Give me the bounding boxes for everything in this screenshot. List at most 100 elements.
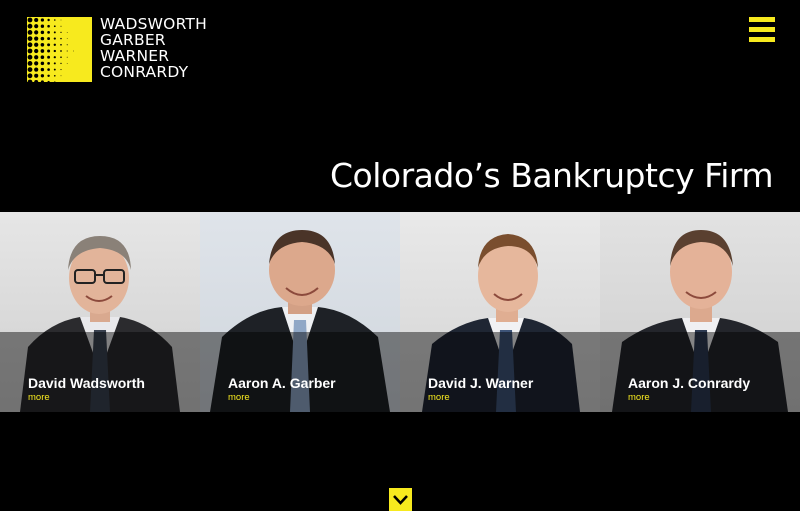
scroll-down-button[interactable] [389,488,412,511]
chevron-down-icon [393,495,408,505]
halftone-dot [54,81,56,82]
halftone-dot [40,74,45,78]
halftone-dot [66,56,68,58]
halftone-dot [34,73,39,78]
menu-bar [749,37,775,42]
halftone-dot [40,18,45,22]
more-link[interactable]: more [628,392,650,403]
attorney-card[interactable]: David Wadsworth more [0,212,200,412]
more-link[interactable]: more [428,392,450,403]
halftone-dot [53,31,56,34]
halftone-dot [34,36,39,41]
halftone-dot [54,19,56,21]
halftone-dot [40,61,45,66]
halftone-dot [66,32,68,33]
halftone-dot [40,24,45,28]
attorney-name: Aaron J. Conrardy [628,375,751,391]
halftone-dot [40,80,44,82]
attorney-name: David Wadsworth [28,375,145,391]
halftone-dot [60,50,62,52]
menu-bar [749,27,775,32]
halftone-dot [53,43,56,46]
halftone-dot [66,50,68,52]
halftone-dot [27,48,33,54]
halftone-dot [27,73,33,79]
halftone-dot [60,43,62,46]
hero-headline: Colorado’s Bankruptcy Firm [330,156,774,195]
attorney-name: David J. Warner [428,375,534,391]
halftone-dot [40,49,45,53]
firm-name-line: WADSWORTH [100,15,207,33]
halftone-dot [53,62,56,65]
halftone-dot [40,67,45,72]
halftone-dot [66,38,68,39]
halftone-dot [27,54,33,60]
halftone-dot [47,68,50,71]
halftone-dot [40,42,45,47]
halftone-dot [66,44,68,46]
halftone-dot [53,68,56,71]
halftone-dot [27,42,33,48]
attorney-card[interactable]: Aaron A. Garber more [200,212,400,412]
halftone-dot [34,79,39,82]
page: WADSWORTH GARBER WARNER CONRARDY Colorad… [0,0,800,511]
halftone-dot [60,19,62,21]
halftone-dot [40,36,45,41]
attorney-card[interactable]: Aaron J. Conrardy more [600,212,800,412]
halftone-dot [34,30,39,35]
halftone-dot [47,24,50,28]
halftone-dot [60,69,62,71]
firm-name-line: GARBER [100,31,166,49]
halftone-dot [66,63,68,64]
firm-logo[interactable]: WADSWORTH GARBER WARNER CONRARDY [27,16,207,82]
attorney-card[interactable]: David J. Warner more [400,212,600,412]
halftone-dot [34,48,39,54]
halftone-dot [27,30,33,35]
firm-name-line: WARNER [100,47,170,65]
firm-name-line: CONRARDY [100,63,189,81]
halftone-dot [47,18,50,22]
halftone-dot [27,67,33,72]
halftone-dot [53,37,56,40]
halftone-dot [53,49,56,53]
more-link[interactable]: more [28,392,50,403]
halftone-dot [34,67,39,72]
halftone-dot [47,49,51,53]
halftone-dot [47,43,51,47]
halftone-dot [34,24,39,29]
hamburger-menu-icon[interactable] [749,17,775,43]
halftone-dot [34,17,39,23]
halftone-dot [47,80,50,82]
halftone-dot [27,17,33,23]
menu-bar [749,17,775,22]
halftone-dot [47,74,50,78]
halftone-dot [47,31,50,34]
halftone-dot [34,55,39,60]
more-link[interactable]: more [228,392,250,403]
halftone-dot [60,37,62,40]
attorney-grid: David Wadsworth more Aaron A. Garber mor… [0,212,800,412]
halftone-dot [40,55,45,59]
halftone-dot [34,61,39,66]
halftone-dot [27,36,33,41]
halftone-dot [27,61,33,66]
firm-name: WADSWORTH GARBER WARNER CONRARDY [100,16,207,80]
halftone-dot [60,75,62,77]
halftone-dot [27,23,33,29]
halftone-dot [60,56,62,58]
halftone-dot [47,62,50,65]
halftone-dot [27,79,33,82]
halftone-dot [60,25,62,27]
attorney-name: Aaron A. Garber [228,375,336,391]
halftone-dot [47,37,51,41]
halftone-dot [73,50,74,52]
halftone-dot [40,30,45,35]
halftone-dots-icon [27,17,92,82]
halftone-dot [53,56,56,59]
halftone-dot [47,55,51,59]
halftone-dot [60,62,62,65]
halftone-dot [53,74,56,77]
halftone-dot [53,25,56,28]
halftone-dot [60,31,62,34]
halftone-dot [34,42,39,47]
